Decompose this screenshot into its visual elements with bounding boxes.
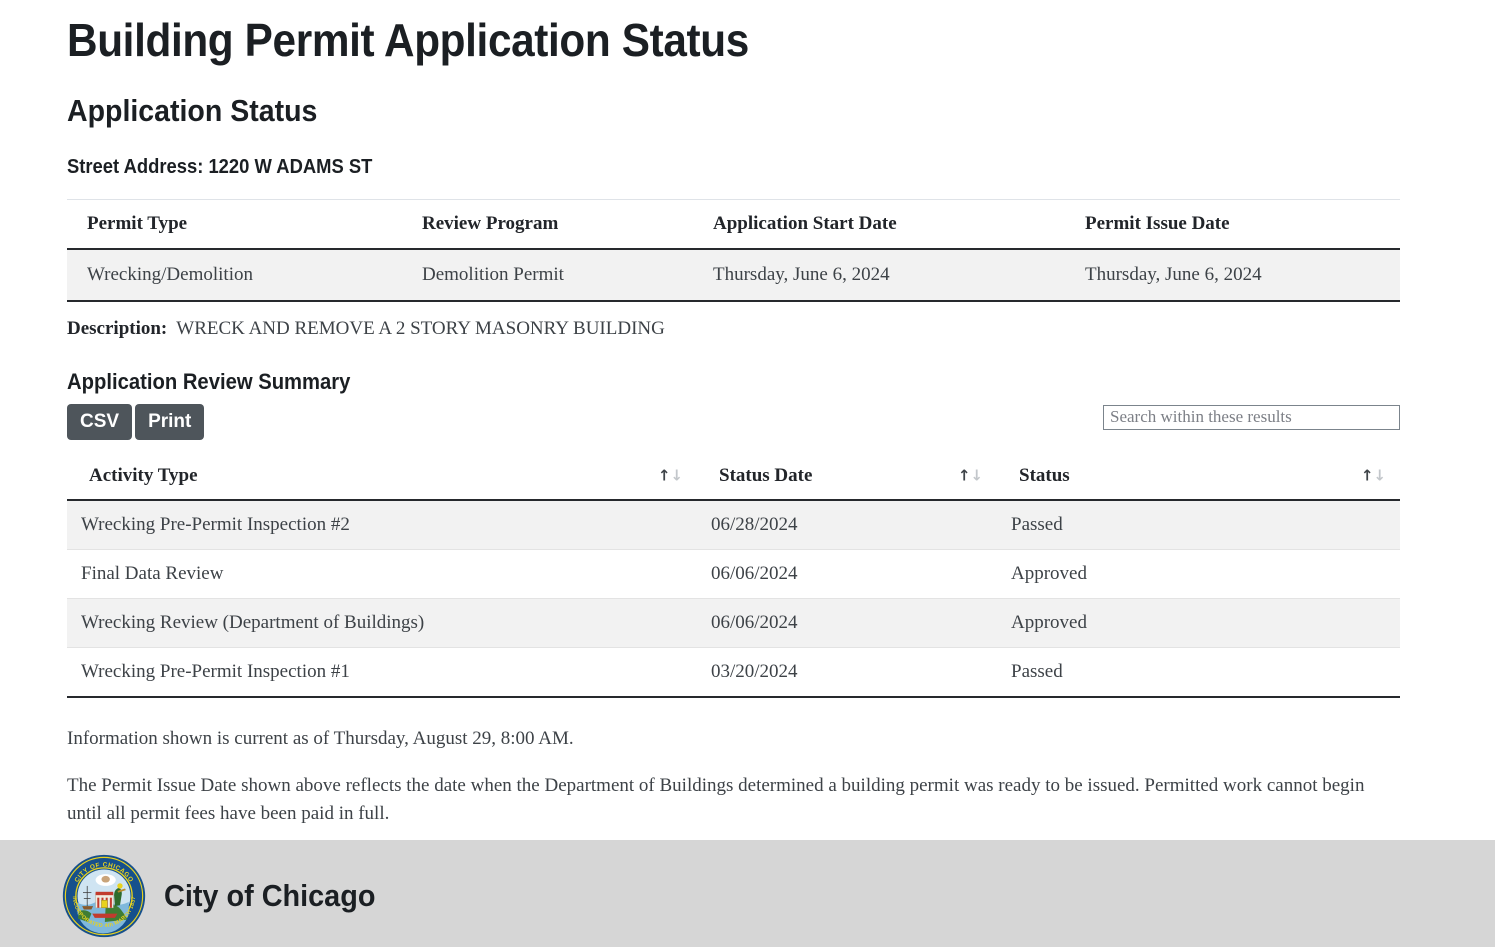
description-value: WRECK AND REMOVE A 2 STORY MASONRY BUILD… [176, 318, 665, 340]
footer-brand: CITY OF CHICAGO INCORPORATED 4th MARCH 1… [62, 854, 391, 938]
description-line: Description: WRECK AND REMOVE A 2 STORY M… [67, 302, 1400, 340]
sort-ascending-icon: ↑ [657, 466, 671, 485]
column-header-activity-type[interactable]: Activity Type ↑↓ [67, 452, 697, 501]
table-row: Wrecking Review (Department of Buildings… [67, 598, 1400, 648]
table-row: Final Data Review 06/06/2024 Approved [67, 549, 1400, 599]
sort-icon[interactable]: ↑↓ [658, 468, 683, 483]
review-summary-toolbar: CSV Print [67, 403, 1400, 448]
print-button[interactable]: Print [135, 403, 205, 441]
table-row: Wrecking/Demolition Demolition Permit Th… [67, 249, 1400, 303]
cell-status: Passed [997, 499, 1400, 550]
sort-ascending-icon: ↑ [957, 466, 971, 485]
note-permit-issue-disclaimer: The Permit Issue Date shown above reflec… [67, 775, 1365, 824]
note-current-as-of: Information shown is current as of Thurs… [67, 727, 574, 749]
cell-status-date: 03/20/2024 [697, 647, 997, 698]
column-header-permit-issue-date: Permit Issue Date [1065, 199, 1400, 251]
cell-status-date: 06/28/2024 [697, 499, 997, 550]
column-header-activity-type-label: Activity Type [89, 464, 198, 486]
cell-permit-type: Wrecking/Demolition [67, 249, 402, 303]
table-header-row: Activity Type ↑↓ Status Date ↑↓ Status ↑… [67, 452, 1400, 501]
column-header-permit-type: Permit Type [67, 199, 402, 251]
column-header-status[interactable]: Status ↑↓ [997, 452, 1400, 501]
column-header-status-label: Status [1019, 464, 1070, 486]
column-header-review-program: Review Program [402, 199, 693, 251]
cell-activity-type: Final Data Review [67, 549, 697, 599]
cell-activity-type: Wrecking Pre-Permit Inspection #2 [67, 499, 697, 550]
column-header-status-date[interactable]: Status Date ↑↓ [697, 452, 997, 501]
sort-descending-icon: ↓ [970, 466, 983, 485]
export-button-group: CSV Print [67, 403, 205, 441]
sort-ascending-icon: ↑ [1360, 466, 1374, 485]
description-label: Description: [67, 318, 168, 340]
review-summary-table: Activity Type ↑↓ Status Date ↑↓ Status ↑… [67, 452, 1400, 698]
search-input[interactable] [1103, 404, 1400, 430]
permit-summary-table-wrapper: Permit Type Review Program Application S… [67, 199, 1400, 303]
section-heading-application-status: Application Status [67, 93, 318, 129]
table-row: Wrecking Pre-Permit Inspection #1 03/20/… [67, 647, 1400, 698]
cell-status: Approved [997, 598, 1400, 648]
city-of-chicago-seal-icon: CITY OF CHICAGO INCORPORATED 4th MARCH 1… [62, 854, 146, 938]
cell-status-date: 06/06/2024 [697, 549, 997, 599]
cell-status-date: 06/06/2024 [697, 598, 997, 648]
review-summary-header-wrapper: Application Review Summary [67, 340, 1400, 394]
sort-descending-icon: ↓ [670, 466, 683, 485]
cell-activity-type: Wrecking Pre-Permit Inspection #1 [67, 647, 697, 698]
csv-button[interactable]: CSV [67, 403, 133, 441]
table-header-row: Permit Type Review Program Application S… [67, 199, 1400, 251]
cell-application-start-date: Thursday, June 6, 2024 [693, 249, 1065, 303]
page-title: Building Permit Application Status [67, 14, 749, 66]
street-address: Street Address: 1220 W ADAMS ST [67, 156, 373, 179]
main-content: Building Permit Application Status Appli… [67, 0, 1400, 827]
section-heading-application-review-summary: Application Review Summary [67, 369, 351, 395]
footer-organization-name: City of Chicago [164, 878, 376, 913]
sort-icon[interactable]: ↑↓ [958, 468, 983, 483]
cell-status: Passed [997, 647, 1400, 698]
site-footer: CITY OF CHICAGO INCORPORATED 4th MARCH 1… [0, 840, 1495, 947]
cell-status: Approved [997, 549, 1400, 599]
review-summary-table-body: Wrecking Pre-Permit Inspection #2 06/28/… [67, 499, 1400, 698]
column-header-application-start-date: Application Start Date [693, 199, 1065, 251]
sort-icon[interactable]: ↑↓ [1361, 468, 1386, 483]
table-row: Wrecking Pre-Permit Inspection #2 06/28/… [67, 499, 1400, 550]
cell-permit-issue-date: Thursday, June 6, 2024 [1065, 249, 1400, 303]
column-header-status-date-label: Status Date [719, 464, 813, 486]
cell-review-program: Demolition Permit [402, 249, 693, 303]
sort-descending-icon: ↓ [1373, 466, 1386, 485]
page-canvas: Building Permit Application Status Appli… [0, 0, 1495, 840]
cell-activity-type: Wrecking Review (Department of Buildings… [67, 598, 697, 648]
permit-summary-table: Permit Type Review Program Application S… [67, 199, 1400, 303]
